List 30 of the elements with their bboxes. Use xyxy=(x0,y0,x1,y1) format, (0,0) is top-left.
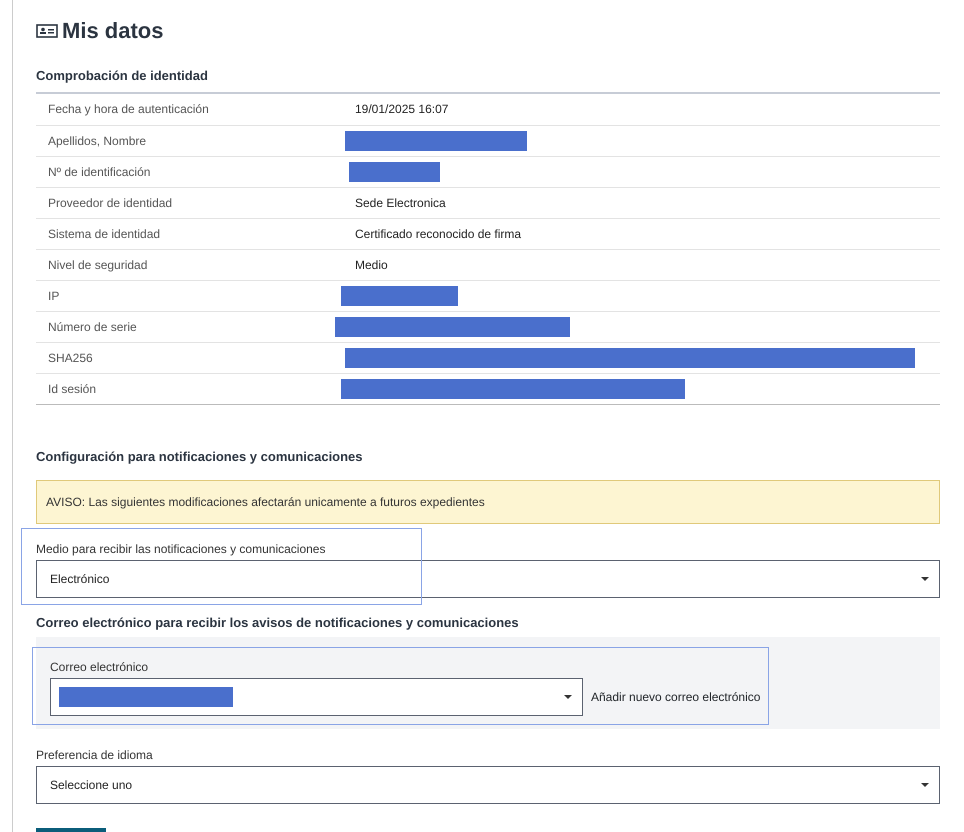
field-label: IP xyxy=(47,288,60,305)
field-label: Correo electrónico xyxy=(50,659,150,676)
caret-icon xyxy=(564,695,572,700)
id-card-icon xyxy=(36,24,58,38)
email-select[interactable] xyxy=(50,678,583,716)
field-label: Medio para recibir las notificaciones y comunicaciones xyxy=(36,540,326,558)
field-label: Sistema de identidad xyxy=(47,226,162,243)
field-label: Apellidos, Nombre xyxy=(47,132,148,150)
language-select[interactable]: Seleccione uno xyxy=(36,766,940,804)
add-email-link[interactable]: Añadir nuevo correo electrónico xyxy=(591,688,760,706)
field-label: Fecha y hora de autenticación xyxy=(47,101,210,118)
medium-select[interactable]: Electrónico xyxy=(36,560,940,598)
field-label: Número de serie xyxy=(47,318,138,336)
field-label: Preferencia de idioma xyxy=(36,747,154,764)
section-heading: Correo electrónico para recibir los avisos de notificaciones y comunicaciones xyxy=(36,614,520,630)
caret-icon xyxy=(921,576,929,581)
field-label: Proveedor de identidad xyxy=(47,194,174,212)
caret-icon xyxy=(921,783,929,788)
field-label: Nivel de seguridad xyxy=(47,256,148,274)
field-value: Medio xyxy=(355,256,388,274)
field-label: Nº de identificación xyxy=(47,164,152,181)
section-heading: Configuración para notificaciones y comunicaciones xyxy=(36,448,364,465)
field-label: Id sesión xyxy=(47,380,98,398)
field-label: SHA256 xyxy=(47,350,94,367)
warning-alert: AVISO: Las siguientes modificaciones afectarán unicamente a futuros expedientes xyxy=(36,480,940,524)
section-heading: Comprobación de identidad xyxy=(36,68,209,84)
page-title: Mis datos xyxy=(62,18,164,44)
field-value: 19/01/2025 16:07 xyxy=(355,101,448,118)
field-value: Sede Electronica xyxy=(355,194,446,212)
field-value: Certificado reconocido de firma xyxy=(355,226,522,243)
